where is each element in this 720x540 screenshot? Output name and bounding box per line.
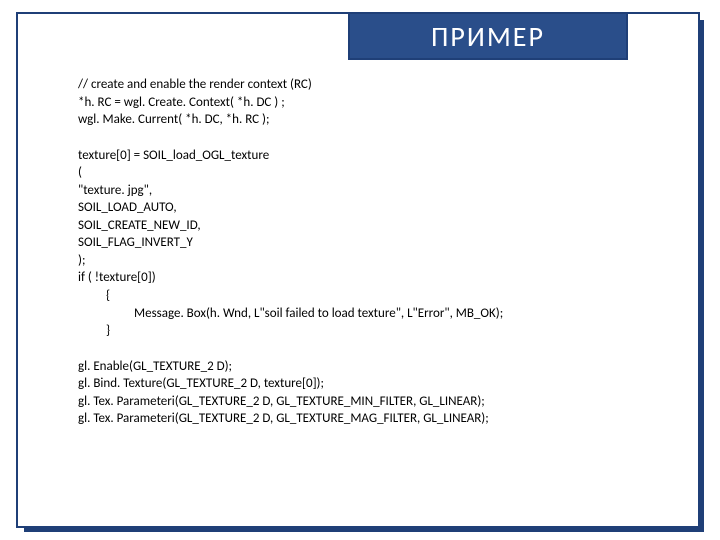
- code-line: // create and enable the render context …: [78, 76, 658, 94]
- code-line: *h. RC = wgl. Create. Context( *h. DC ) …: [78, 94, 658, 112]
- code-block-2: texture[0] = SOIL_load_OGL_texture ( "te…: [78, 147, 658, 340]
- slide-title-text: ПРИМЕР: [431, 19, 545, 54]
- code-line: SOIL_FLAG_INVERT_Y: [78, 234, 658, 252]
- code-line: gl. Bind. Texture(GL_TEXTURE_2 D, textur…: [78, 375, 658, 393]
- code-line: gl. Enable(GL_TEXTURE_2 D);: [78, 358, 658, 376]
- code-line: "texture. jpg",: [78, 182, 658, 200]
- code-line: SOIL_CREATE_NEW_ID,: [78, 217, 658, 235]
- slide-frame: ПРИМЕР // create and enable the render c…: [16, 12, 700, 528]
- code-line: if ( !texture[0]): [78, 269, 658, 287]
- code-block-1: // create and enable the render context …: [78, 76, 658, 129]
- slide-content: // create and enable the render context …: [78, 76, 658, 446]
- code-line: gl. Tex. Parameteri(GL_TEXTURE_2 D, GL_T…: [78, 410, 658, 428]
- code-line: {: [78, 287, 658, 305]
- code-line: texture[0] = SOIL_load_OGL_texture: [78, 147, 658, 165]
- code-line: wgl. Make. Current( *h. DC, *h. RC );: [78, 111, 658, 129]
- code-line: Message. Box(h. Wnd, L"soil failed to lo…: [78, 305, 658, 323]
- code-line: }: [78, 322, 658, 340]
- code-block-3: gl. Enable(GL_TEXTURE_2 D); gl. Bind. Te…: [78, 358, 658, 428]
- code-line: gl. Tex. Parameteri(GL_TEXTURE_2 D, GL_T…: [78, 393, 658, 411]
- code-line: (: [78, 164, 658, 182]
- code-line: );: [78, 252, 658, 270]
- slide-title: ПРИМЕР: [348, 12, 628, 60]
- code-line: SOIL_LOAD_AUTO,: [78, 199, 658, 217]
